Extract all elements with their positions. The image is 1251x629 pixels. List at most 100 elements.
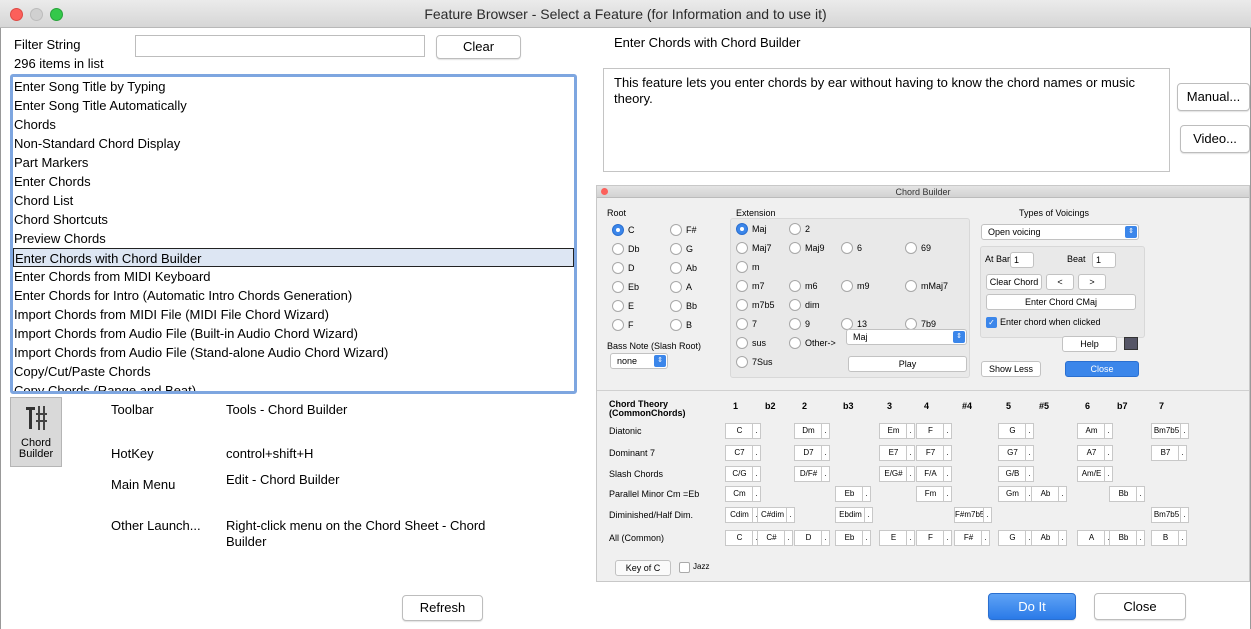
chord-chip-options[interactable]: . bbox=[943, 424, 951, 438]
chord-chip-options[interactable]: . bbox=[1136, 531, 1144, 545]
chord-chip-options[interactable]: . bbox=[1180, 508, 1188, 522]
extension-radio[interactable] bbox=[736, 223, 748, 235]
list-item[interactable]: Preview Chords bbox=[13, 229, 574, 248]
chord-chip-options[interactable]: . bbox=[784, 531, 792, 545]
refresh-button[interactable]: Refresh bbox=[402, 595, 483, 621]
chord-chip[interactable]: G7. bbox=[998, 445, 1034, 461]
chord-chip-options[interactable]: . bbox=[752, 446, 760, 460]
chord-chip[interactable]: D7. bbox=[794, 445, 830, 461]
chord-chip[interactable]: C/G. bbox=[725, 466, 761, 482]
chord-chip-options[interactable]: . bbox=[752, 467, 760, 481]
root-radio[interactable] bbox=[612, 319, 624, 331]
chord-chip-options[interactable]: . bbox=[862, 531, 870, 545]
video-button[interactable]: Video... bbox=[1180, 125, 1250, 153]
list-item[interactable]: Enter Chords with Chord Builder bbox=[13, 248, 574, 267]
chord-chip-options[interactable]: . bbox=[906, 424, 914, 438]
clear-button[interactable]: Clear bbox=[436, 35, 521, 59]
chord-chip[interactable]: Ebdim. bbox=[835, 507, 873, 523]
chord-chip-options[interactable]: . bbox=[906, 467, 914, 481]
chord-chip-options[interactable]: . bbox=[821, 424, 829, 438]
at-bar-input[interactable]: 1 bbox=[1010, 252, 1034, 268]
list-item[interactable]: Non-Standard Chord Display bbox=[13, 134, 574, 153]
list-item[interactable]: Enter Song Title by Typing bbox=[13, 77, 574, 96]
chord-chip-options[interactable]: . bbox=[752, 424, 760, 438]
chord-builder-tool-button[interactable]: Chord Builder bbox=[10, 397, 62, 467]
chord-chip-options[interactable]: . bbox=[862, 487, 870, 501]
chord-chip[interactable]: Ab. bbox=[1031, 530, 1067, 546]
root-radio[interactable] bbox=[670, 281, 682, 293]
list-item[interactable]: Chord List bbox=[13, 191, 574, 210]
chord-chip[interactable]: Bb. bbox=[1109, 530, 1145, 546]
close-button[interactable]: Close bbox=[1094, 593, 1186, 620]
extension-radio[interactable] bbox=[789, 337, 801, 349]
chord-chip-options[interactable]: . bbox=[1180, 424, 1188, 438]
root-radio[interactable] bbox=[670, 300, 682, 312]
extension-radio[interactable] bbox=[905, 280, 917, 292]
chord-chip[interactable]: G. bbox=[998, 423, 1034, 439]
extension-radio[interactable] bbox=[841, 280, 853, 292]
chord-chip[interactable]: Gm. bbox=[998, 486, 1034, 502]
root-radio[interactable] bbox=[670, 319, 682, 331]
root-radio[interactable] bbox=[612, 281, 624, 293]
chord-chip-options[interactable]: . bbox=[1104, 424, 1112, 438]
list-item[interactable]: Import Chords from Audio File (Stand-alo… bbox=[13, 343, 574, 362]
chord-chip[interactable]: Em. bbox=[879, 423, 915, 439]
chord-chip[interactable]: F. bbox=[916, 423, 952, 439]
list-item[interactable]: Enter Song Title Automatically bbox=[13, 96, 574, 115]
root-radio[interactable] bbox=[670, 243, 682, 255]
chord-chip[interactable]: C. bbox=[725, 423, 761, 439]
voicing-select[interactable]: Open voicing ⇕ bbox=[981, 224, 1139, 240]
manual-button[interactable]: Manual... bbox=[1177, 83, 1250, 111]
prev-chord-button[interactable]: < bbox=[1046, 274, 1074, 290]
chord-chip-options[interactable]: . bbox=[906, 446, 914, 460]
extension-radio[interactable] bbox=[736, 356, 748, 368]
enter-when-clicked-checkbox[interactable]: ✓ bbox=[986, 317, 997, 328]
chord-chip-options[interactable]: . bbox=[821, 467, 829, 481]
extension-radio[interactable] bbox=[905, 242, 917, 254]
chord-chip[interactable]: C#. bbox=[757, 530, 793, 546]
extension-radio[interactable] bbox=[789, 299, 801, 311]
chord-chip-options[interactable]: . bbox=[981, 531, 989, 545]
filter-input[interactable] bbox=[135, 35, 425, 57]
next-chord-button[interactable]: > bbox=[1078, 274, 1106, 290]
chord-chip-options[interactable]: . bbox=[864, 508, 872, 522]
list-item[interactable]: Chords bbox=[13, 115, 574, 134]
extension-radio[interactable] bbox=[789, 242, 801, 254]
chord-chip[interactable]: Fm. bbox=[916, 486, 952, 502]
chord-chip[interactable]: Cdim. bbox=[725, 507, 761, 523]
close-chord-builder-button[interactable]: Close bbox=[1065, 361, 1139, 377]
chord-chip[interactable]: Am/E. bbox=[1077, 466, 1113, 482]
chord-chip-options[interactable]: . bbox=[943, 487, 951, 501]
root-radio[interactable] bbox=[612, 300, 624, 312]
chord-chip[interactable]: C. bbox=[725, 530, 761, 546]
chord-chip[interactable]: Am. bbox=[1077, 423, 1113, 439]
chord-chip[interactable]: Bm7b5. bbox=[1151, 507, 1189, 523]
chord-chip[interactable]: G/B. bbox=[998, 466, 1034, 482]
chord-chip[interactable]: A. bbox=[1077, 530, 1113, 546]
chord-chip-options[interactable]: . bbox=[752, 487, 760, 501]
bass-note-select[interactable]: none ⇕ bbox=[610, 353, 668, 369]
chord-chip-options[interactable]: . bbox=[786, 508, 794, 522]
list-item[interactable]: Import Chords from Audio File (Built-in … bbox=[13, 324, 574, 343]
list-item[interactable]: Enter Chords for Intro (Automatic Intro … bbox=[13, 286, 574, 305]
chord-chip[interactable]: G. bbox=[998, 530, 1034, 546]
show-less-button[interactable]: Show Less bbox=[981, 361, 1041, 377]
extension-radio[interactable] bbox=[736, 280, 748, 292]
extension-radio[interactable] bbox=[736, 242, 748, 254]
chord-chip-options[interactable]: . bbox=[906, 531, 914, 545]
list-item[interactable]: Chord Shortcuts bbox=[13, 210, 574, 229]
chord-chip[interactable]: Cm. bbox=[725, 486, 761, 502]
chord-chip-options[interactable]: . bbox=[943, 446, 951, 460]
feature-list[interactable]: Enter Song Title by Typing Enter Song Tit… bbox=[10, 74, 577, 394]
chord-chip[interactable]: B. bbox=[1151, 530, 1187, 546]
chord-chip-options[interactable]: . bbox=[1058, 531, 1066, 545]
extension-radio[interactable] bbox=[789, 280, 801, 292]
chord-chip-options[interactable]: . bbox=[1178, 531, 1186, 545]
chord-chip[interactable]: D. bbox=[794, 530, 830, 546]
jazz-checkbox[interactable] bbox=[679, 562, 690, 573]
chord-chip-options[interactable]: . bbox=[1104, 467, 1112, 481]
list-item[interactable]: Copy/Cut/Paste Chords bbox=[13, 362, 574, 381]
chord-chip-options[interactable]: . bbox=[1178, 446, 1186, 460]
chord-chip[interactable]: F#. bbox=[954, 530, 990, 546]
chord-chip[interactable]: Bb. bbox=[1109, 486, 1145, 502]
